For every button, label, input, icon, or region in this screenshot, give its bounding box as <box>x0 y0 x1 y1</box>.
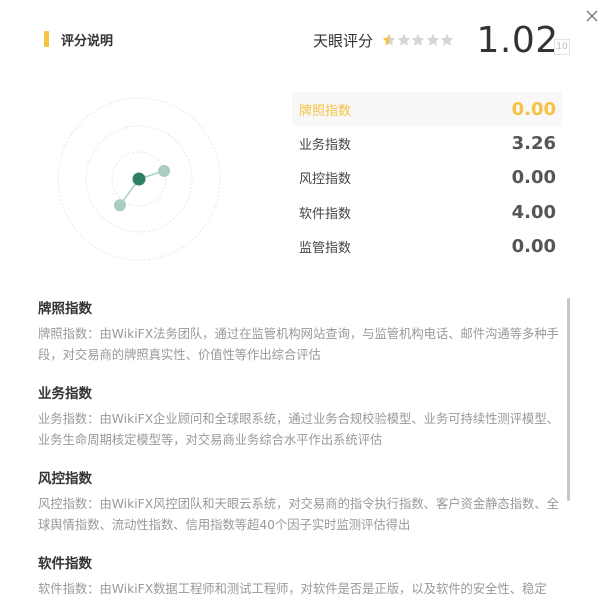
description-section: 业务指数业务指数：由WikiFX企业顾问和全球眼系统，通过业务合规校验模型、业务… <box>38 383 570 451</box>
description-section: 牌照指数牌照指数：由WikiFX法务团队，通过在监管机构网站查询，与监管机构电话… <box>38 298 570 366</box>
index-value: 0.00 <box>511 235 556 257</box>
close-icon[interactable] <box>582 6 602 26</box>
star-rating <box>382 33 455 47</box>
index-value: 4.00 <box>511 201 556 223</box>
radar-center-point <box>132 172 146 186</box>
description-title: 牌照指数 <box>38 301 92 317</box>
index-row[interactable]: 业务指数 3.26 <box>292 126 562 160</box>
index-name: 监管指数 <box>299 240 352 256</box>
description-section: 软件指数软件指数：由WikiFX数据工程师和测试工程师，对软件是否是正版，以及软… <box>38 553 570 600</box>
score-label: 天眼评分 <box>313 31 374 50</box>
score-summary: 天眼评分 1.02 <box>313 19 559 61</box>
score-value: 1.02 <box>476 19 559 61</box>
star-icon <box>411 33 425 46</box>
dialog-title: 评分说明 <box>44 30 114 49</box>
radar-point-4 <box>113 199 126 212</box>
index-value: 3.26 <box>511 132 556 154</box>
index-name: 软件指数 <box>299 206 352 222</box>
score-max-badge: 10 <box>554 39 570 55</box>
description-scroll-area[interactable]: 牌照指数牌照指数：由WikiFX法务团队，通过在监管机构网站查询，与监管机构电话… <box>38 298 570 606</box>
index-value: 0.00 <box>511 98 556 120</box>
index-list: 牌照指数 0.00 业务指数 3.26 风控指数 0.00 软件指数 4.00 监管指数 0.00 <box>292 92 562 263</box>
description-title: 风控指数 <box>38 471 92 487</box>
index-row[interactable]: 监管指数 0.00 <box>292 229 562 263</box>
description-text: 软件指数：由WikiFX数据工程师和测试工程师，对软件是否是正版，以及软件的安全… <box>38 582 547 596</box>
index-name: 牌照指数 <box>299 103 352 119</box>
description-text: 业务指数：由WikiFX企业顾问和全球眼系统，通过业务合规校验模型、业务可持续性… <box>38 412 559 447</box>
star-icon <box>397 33 410 46</box>
description-text: 风控指数：由WikiFX风控团队和天眼云系统，对交易商的指令执行指数、客户资金静… <box>38 497 559 532</box>
description-title: 业务指数 <box>38 386 92 402</box>
star-icon <box>426 33 439 46</box>
star-icon <box>440 33 454 46</box>
index-name: 风控指数 <box>299 172 352 188</box>
description-text: 牌照指数：由WikiFX法务团队，通过在监管机构网站查询，与监管机构电话、邮件沟… <box>38 327 559 362</box>
index-value: 0.00 <box>511 167 556 189</box>
index-row[interactable]: 软件指数 4.00 <box>292 195 562 229</box>
radar-point-2 <box>158 164 171 177</box>
index-row[interactable]: 牌照指数 0.00 <box>292 92 562 127</box>
radar-chart <box>57 97 221 261</box>
index-row[interactable]: 风控指数 0.00 <box>292 161 562 195</box>
description-section: 风控指数风控指数：由WikiFX风控团队和天眼云系统，对交易商的指令执行指数、客… <box>38 468 570 536</box>
star-icon <box>382 33 396 46</box>
description-title: 软件指数 <box>38 556 92 572</box>
scrollbar-thumb[interactable] <box>567 298 570 501</box>
index-name: 业务指数 <box>299 137 352 153</box>
title-accent-bar <box>44 31 49 47</box>
dialog-title-text: 评分说明 <box>61 33 114 49</box>
